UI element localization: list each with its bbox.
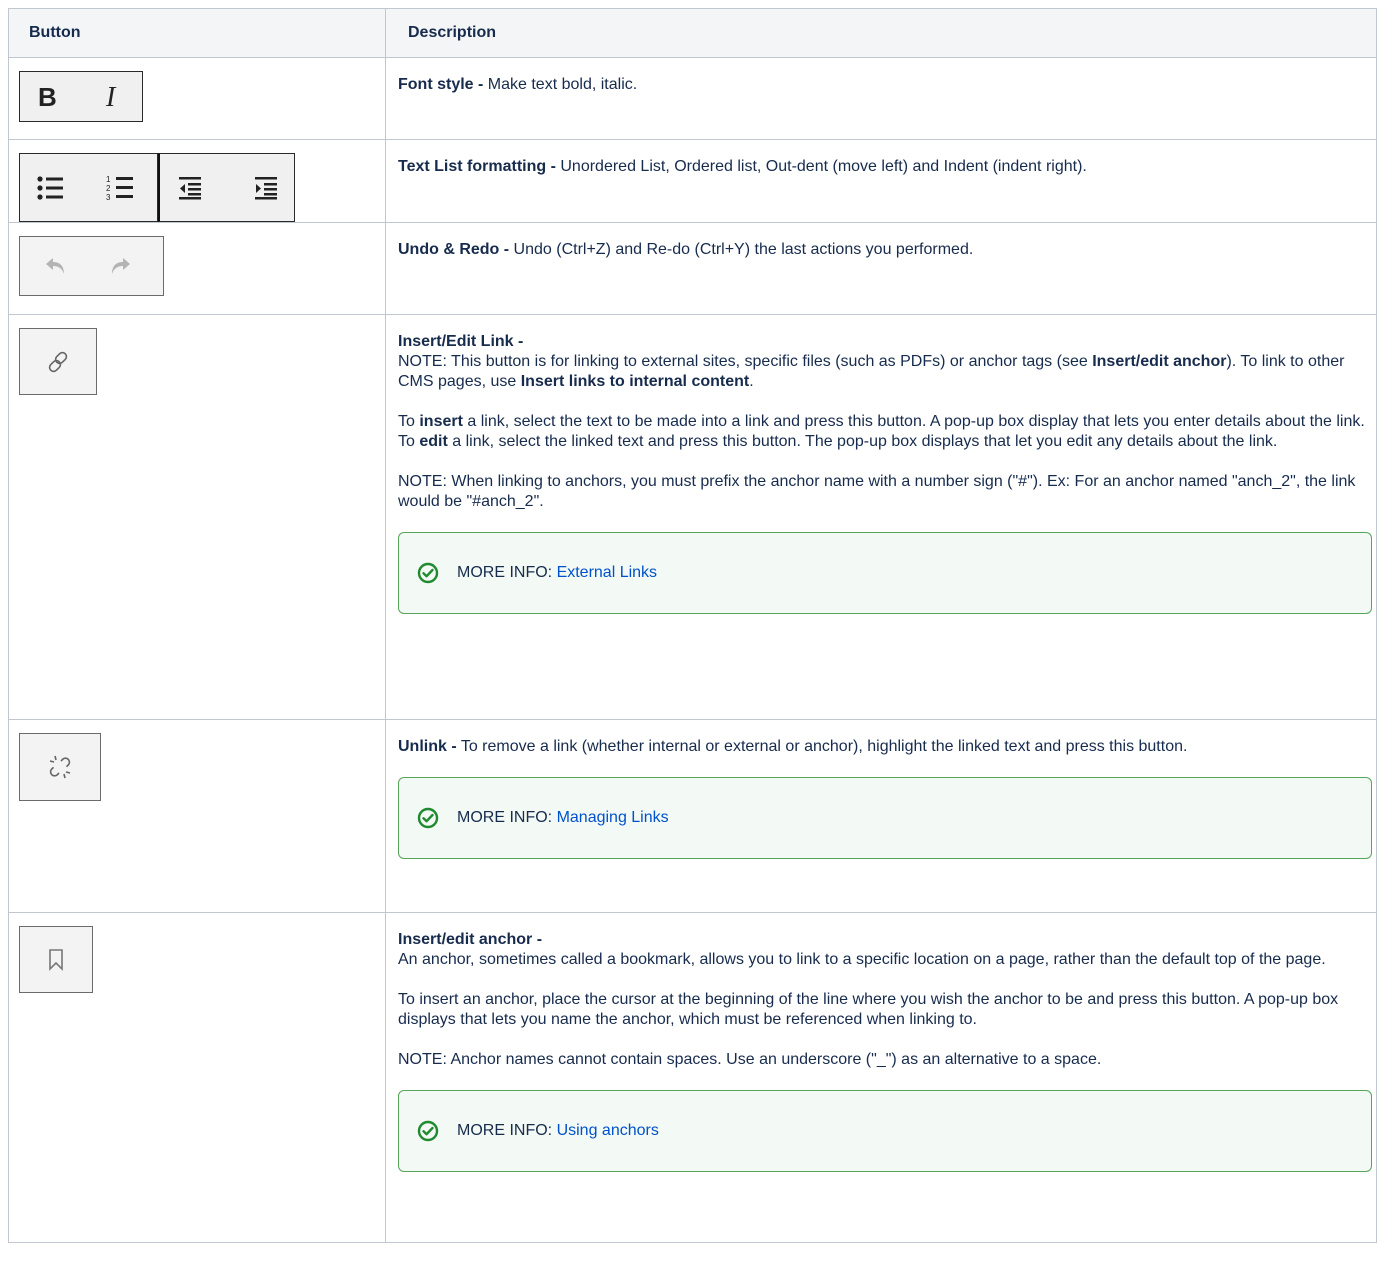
button-cell xyxy=(8,314,386,720)
button-cell xyxy=(8,222,386,315)
undo-redo-buttons-image xyxy=(19,236,164,296)
paragraph-text: NOTE: When linking to anchors, you must … xyxy=(398,473,1356,510)
description-cell: Text List formatting - Unordered List, O… xyxy=(385,139,1377,223)
info-panel: MORE INFO: Managing Links xyxy=(398,777,1372,859)
description-cell: Unlink - To remove a link (whether inter… xyxy=(385,719,1377,913)
numbered-list-icon: 1 2 3 xyxy=(106,174,136,202)
row-title: Insert/edit anchor - xyxy=(398,931,543,948)
info-label: MORE INFO: xyxy=(457,809,557,826)
note-bold: Insert/edit anchor xyxy=(1092,353,1227,370)
anchor-button-image xyxy=(19,926,93,993)
paragraph-text: a link, select the linked text and press… xyxy=(447,433,1278,450)
column-header-description: Description xyxy=(385,8,1377,58)
svg-text:B: B xyxy=(38,84,57,110)
description-cell: Insert/Edit Link - NOTE: This button is … xyxy=(385,314,1377,720)
note-text: . xyxy=(749,373,754,390)
unlink-button-image xyxy=(19,733,101,801)
italic-icon: I xyxy=(104,84,126,110)
bookmark-icon xyxy=(48,948,64,971)
table-row: B I Font style - Make text bold, italic. xyxy=(8,57,1377,140)
paragraph-text: An anchor, sometimes called a bookmark, … xyxy=(398,951,1326,968)
row-title: Insert/Edit Link - xyxy=(398,333,524,350)
paragraph-text: To xyxy=(398,433,420,450)
info-label: MORE INFO: xyxy=(457,1122,557,1139)
info-panel: MORE INFO: Using anchors xyxy=(398,1090,1372,1172)
bold-icon: B xyxy=(36,84,58,110)
check-circle-icon xyxy=(417,1120,439,1142)
list-button-group: 1 2 3 xyxy=(19,153,158,222)
button-cell: B I xyxy=(8,57,386,140)
note-text: NOTE: This button is for linking to exte… xyxy=(398,353,1093,370)
table-header-row: Button Description xyxy=(8,8,1377,58)
table-row: Unlink - To remove a link (whether inter… xyxy=(8,719,1377,913)
table-row: Insert/edit anchor - An anchor, sometimes… xyxy=(8,912,1377,1243)
bullet-list-icon xyxy=(36,175,66,201)
table-row: Undo & Redo - Undo (Ctrl+Z) and Re-do (C… xyxy=(8,222,1377,315)
description-cell: Undo & Redo - Undo (Ctrl+Z) and Re-do (C… xyxy=(385,222,1377,315)
column-header-button: Button xyxy=(8,8,386,58)
description-cell: Font style - Make text bold, italic. xyxy=(385,57,1377,140)
redo-icon xyxy=(109,256,131,276)
row-text: Unordered List, Ordered list, Out-dent (… xyxy=(555,158,1087,175)
button-cell xyxy=(8,719,386,913)
row-title: Text List formatting - xyxy=(398,158,556,175)
table-row: 1 2 3 Text List formatting - Unordered L… xyxy=(8,139,1377,223)
paragraph-text: NOTE: Anchor names cannot contain spaces… xyxy=(398,1051,1102,1068)
paragraph-bold: insert xyxy=(419,413,463,430)
link-icon xyxy=(46,350,70,374)
paragraph-text: a link, select the text to be made into … xyxy=(462,413,1365,430)
using-anchors-link[interactable]: Using anchors xyxy=(557,1122,659,1139)
button-cell xyxy=(8,912,386,1243)
row-text: Make text bold, italic. xyxy=(483,76,638,93)
svg-text:I: I xyxy=(105,84,117,110)
button-cell: 1 2 3 xyxy=(8,139,386,223)
list-buttons-image: 1 2 3 xyxy=(19,153,295,222)
undo-icon xyxy=(45,256,67,276)
info-panel: MORE INFO: External Links xyxy=(398,532,1372,614)
external-links-link[interactable]: External Links xyxy=(557,564,658,581)
row-text: Undo (Ctrl+Z) and Re-do (Ctrl+Y) the las… xyxy=(509,241,974,258)
table-row: Insert/Edit Link - NOTE: This button is … xyxy=(8,314,1377,720)
description-cell: Insert/edit anchor - An anchor, sometimes… xyxy=(385,912,1377,1243)
unlink-icon xyxy=(47,754,73,780)
row-text: To remove a link (whether internal or ex… xyxy=(456,738,1188,755)
paragraph-bold: edit xyxy=(419,433,448,450)
svg-text:2: 2 xyxy=(106,184,111,193)
editor-buttons-table: Button Description B I Font style - Make… xyxy=(8,8,1377,1243)
row-title: Font style - xyxy=(398,76,484,93)
managing-links-link[interactable]: Managing Links xyxy=(557,809,669,826)
font-style-buttons-image: B I xyxy=(19,71,143,122)
row-title: Unlink - xyxy=(398,738,457,755)
svg-text:3: 3 xyxy=(106,193,111,202)
svg-text:1: 1 xyxy=(106,175,111,184)
link-button-image xyxy=(19,328,97,395)
row-title: Undo & Redo - xyxy=(398,241,510,258)
paragraph-text: To xyxy=(398,413,420,430)
content: Button Description B I Font style - Make… xyxy=(8,8,1377,1243)
paragraph-text: To insert an anchor, place the cursor at… xyxy=(398,991,1339,1028)
indent-button-group xyxy=(158,153,295,222)
indent-icon xyxy=(254,176,278,200)
note-bold: Insert links to internal content xyxy=(520,373,750,390)
check-circle-icon xyxy=(417,562,439,584)
outdent-icon xyxy=(178,176,202,200)
check-circle-icon xyxy=(417,807,439,829)
info-label: MORE INFO: xyxy=(457,564,557,581)
